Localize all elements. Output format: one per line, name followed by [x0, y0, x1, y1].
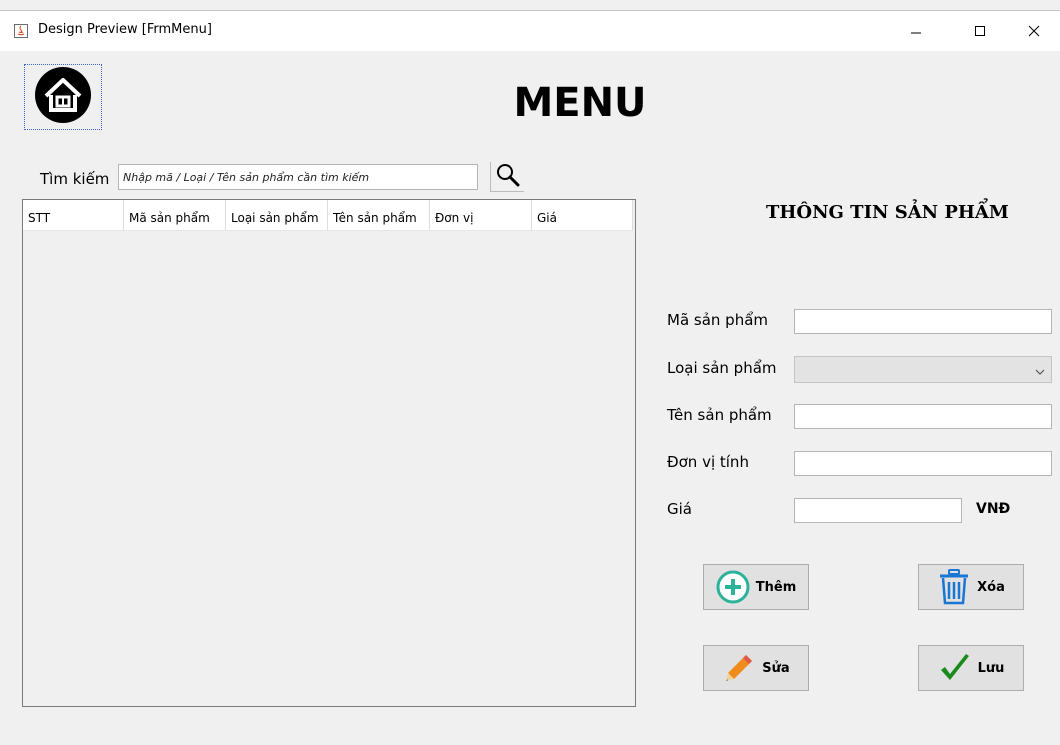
search-button[interactable] — [490, 162, 524, 192]
title-bar: Design Preview [FrmMenu] — [0, 10, 1060, 51]
delete-button-label: Xóa — [977, 579, 1005, 595]
gia-label: Giá — [667, 500, 692, 518]
column-header-ma-san-pham[interactable]: Mã sản phẩm — [124, 200, 226, 231]
page-title: MENU — [513, 80, 647, 126]
gia-input[interactable] — [794, 498, 962, 523]
product-info-title: THÔNG TIN SẢN PHẨM — [766, 202, 1009, 223]
don-vi-tinh-input[interactable] — [794, 451, 1052, 476]
pencil-icon — [722, 651, 756, 685]
edit-button[interactable]: Sửa — [703, 645, 809, 691]
add-button[interactable]: Thêm — [703, 564, 809, 610]
column-header-don-vi[interactable]: Đơn vị — [430, 200, 532, 231]
search-input[interactable] — [118, 164, 478, 190]
table-header: STT Mã sản phẩm Loại sản phẩm Tên sản ph… — [23, 200, 633, 231]
add-button-label: Thêm — [755, 579, 797, 595]
column-header-ten-san-pham[interactable]: Tên sản phẩm — [328, 200, 430, 231]
minimize-button[interactable] — [893, 11, 939, 51]
maximize-button[interactable] — [957, 11, 1003, 51]
chevron-down-icon — [1035, 360, 1045, 379]
window-title: Design Preview [FrmMenu] — [38, 22, 212, 37]
loai-san-pham-select[interactable] — [794, 356, 1052, 383]
currency-unit-label: VNĐ — [976, 501, 1011, 517]
search-label: Tìm kiếm — [40, 170, 110, 188]
checkmark-icon — [938, 651, 972, 685]
trash-icon — [937, 569, 971, 605]
ten-san-pham-label: Tên sản phẩm — [667, 406, 772, 424]
ma-san-pham-label: Mã sản phẩm — [667, 311, 769, 329]
edit-button-label: Sửa — [762, 660, 790, 676]
close-button[interactable] — [1011, 11, 1057, 51]
column-header-stt[interactable]: STT — [23, 200, 124, 231]
magnifier-icon — [495, 162, 521, 192]
product-table[interactable]: STT Mã sản phẩm Loại sản phẩm Tên sản ph… — [22, 199, 636, 707]
delete-button[interactable]: Xóa — [918, 564, 1024, 610]
loai-san-pham-label: Loại sản phẩm — [667, 359, 777, 377]
save-button-label: Lưu — [977, 660, 1005, 676]
plus-circle-icon — [716, 570, 750, 604]
ten-san-pham-input[interactable] — [794, 404, 1052, 429]
column-header-loai-san-pham[interactable]: Loại sản phẩm — [226, 200, 328, 231]
save-button[interactable]: Lưu — [918, 645, 1024, 691]
java-app-icon — [14, 23, 28, 38]
column-header-gia[interactable]: Giá — [532, 200, 633, 231]
ma-san-pham-input[interactable] — [794, 309, 1052, 334]
don-vi-tinh-label: Đơn vị tính — [667, 453, 749, 471]
